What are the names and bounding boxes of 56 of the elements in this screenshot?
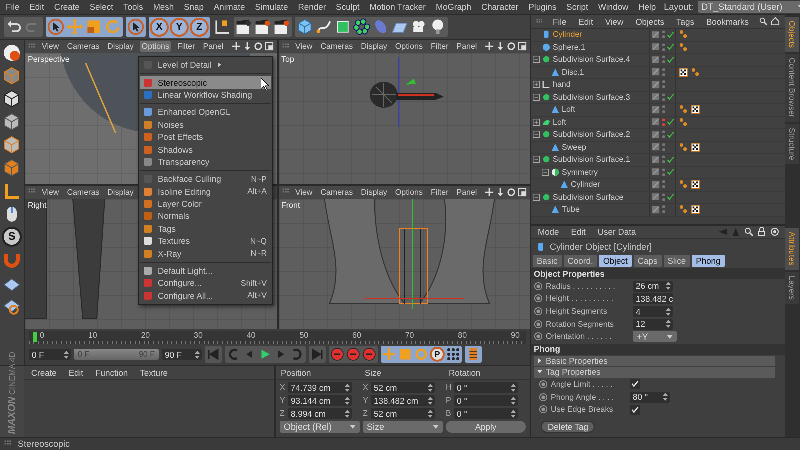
attributes-title: Cylinder Object [Cylinder] bbox=[550, 242, 652, 252]
axis-label: X bbox=[363, 383, 369, 392]
object-name: Subdivision Surface.2 bbox=[553, 130, 630, 140]
field-label: Height . . . . . . . . . . bbox=[546, 294, 615, 304]
axis-label: H bbox=[446, 383, 452, 392]
field-label: Phong Angle . . . . bbox=[551, 392, 616, 402]
axis-label: P bbox=[446, 396, 452, 405]
object-name: Sweep bbox=[562, 142, 586, 152]
field-label: Angle Limit . . . . . bbox=[551, 380, 614, 389]
section-header: Object Properties bbox=[531, 268, 785, 280]
object-name: Cylinder bbox=[553, 30, 582, 40]
axis-label: B bbox=[446, 409, 452, 418]
field-label: Height Segments bbox=[546, 307, 608, 316]
frame-number: 90 bbox=[511, 331, 520, 340]
frame-number: 30 bbox=[194, 331, 203, 340]
brand-logo-text: MAXON bbox=[6, 396, 18, 434]
section-header: Phong bbox=[531, 344, 785, 356]
coordinate-header: Size bbox=[365, 368, 383, 378]
viewport-label: Right bbox=[28, 200, 47, 210]
axis-label: Z bbox=[363, 409, 369, 418]
frame-number: 50 bbox=[300, 331, 309, 340]
field-label: Radius . . . . . . . . . . bbox=[546, 282, 616, 291]
frame-number: 10 bbox=[88, 331, 98, 340]
object-name: Loft bbox=[553, 118, 566, 127]
status-text: Stereoscopic bbox=[18, 439, 70, 449]
frame-number: 0 bbox=[40, 331, 44, 340]
field-label: Use Edge Breaks bbox=[551, 405, 614, 414]
coordinate-header: Position bbox=[281, 368, 312, 378]
axis-label: Z bbox=[280, 409, 286, 418]
object-name: Subdivision Surface bbox=[553, 192, 624, 202]
frame-number: 40 bbox=[246, 331, 256, 340]
layout-label: Layout: bbox=[664, 2, 694, 12]
object-name: Subdivision Surface.4 bbox=[553, 55, 630, 64]
object-name: Disc.1 bbox=[562, 68, 584, 77]
object-name: Symmetry bbox=[562, 168, 598, 177]
object-name: Sphere.1 bbox=[553, 42, 586, 52]
object-name: Cylinder bbox=[571, 180, 600, 190]
frame-number: 20 bbox=[141, 331, 150, 340]
viewport-label: Perspective bbox=[28, 55, 70, 64]
field-label: Orientation . . . . . . bbox=[546, 332, 613, 342]
object-name: Subdivision Surface.3 bbox=[553, 92, 630, 102]
frame-number: 80 bbox=[458, 331, 468, 340]
viewport-label: Top bbox=[282, 55, 294, 64]
object-name: Tube bbox=[562, 205, 580, 214]
product-logo-text: CINEMA 4D bbox=[8, 352, 17, 395]
object-name: Loft bbox=[562, 105, 576, 114]
object-name: hand bbox=[553, 80, 571, 90]
coordinate-header: Rotation bbox=[449, 368, 482, 378]
frame-number: 70 bbox=[405, 331, 414, 340]
frame-number: 60 bbox=[352, 331, 362, 340]
viewport-label: Front bbox=[282, 200, 300, 210]
field-label: Rotation Segments bbox=[546, 320, 616, 329]
axis-label: Y bbox=[280, 396, 286, 405]
axis-label: Y bbox=[363, 396, 369, 405]
axis-label: X bbox=[280, 383, 286, 392]
object-name: Subdivision Surface.1 bbox=[553, 155, 630, 164]
